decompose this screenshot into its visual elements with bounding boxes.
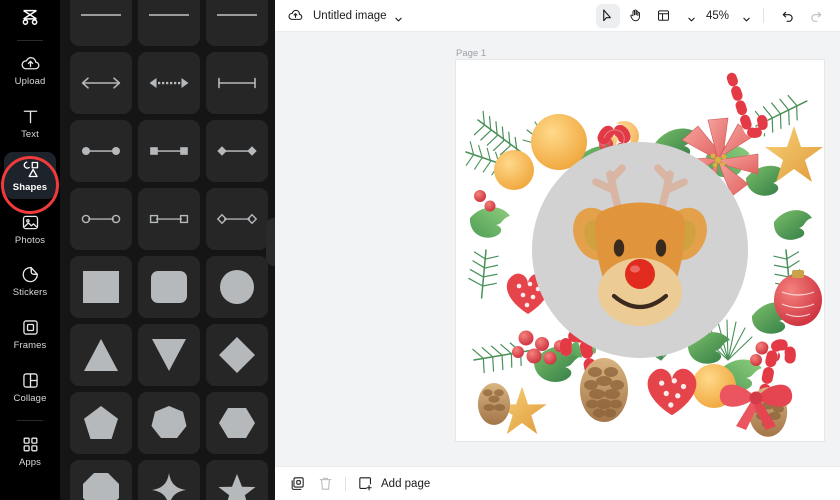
toolbar-tools: 45% bbox=[595, 3, 828, 28]
bottom-toolbar: Add page bbox=[275, 466, 840, 500]
page-label: Page 1 bbox=[456, 48, 487, 59]
collage-icon bbox=[20, 370, 41, 391]
canvas-page[interactable] bbox=[456, 60, 824, 441]
sidebar-item-label: Upload bbox=[14, 76, 46, 88]
sidebar-item-label: Shapes bbox=[12, 181, 48, 193]
shape-tile-pentagon[interactable] bbox=[70, 392, 132, 454]
shape-tile-line-barbell-ticks[interactable] bbox=[206, 52, 268, 114]
left-sidebar: Upload Text Shapes Photos Stickers Frame… bbox=[0, 0, 60, 500]
shape-tile-octagon[interactable] bbox=[70, 460, 132, 500]
shape-tile-line-plain[interactable] bbox=[138, 0, 200, 46]
sticker-icon bbox=[20, 264, 41, 285]
shape-tile-four-point-star[interactable] bbox=[138, 460, 200, 500]
shape-tile-triangle-down[interactable] bbox=[138, 324, 200, 386]
shape-tile-line-plain[interactable] bbox=[206, 0, 268, 46]
redo-button[interactable] bbox=[804, 4, 828, 28]
christmas-reindeer-artwork bbox=[456, 60, 824, 441]
add-page-plus-icon bbox=[357, 475, 374, 492]
sidebar-item-frames[interactable]: Frames bbox=[4, 311, 56, 358]
shape-tile-circle[interactable] bbox=[206, 256, 268, 318]
sidebar-item-label: Photos bbox=[14, 234, 46, 246]
shape-tile-square[interactable] bbox=[70, 256, 132, 318]
shape-tile-arrow-dotted-double[interactable] bbox=[138, 52, 200, 114]
duplicate-page-icon[interactable] bbox=[289, 475, 306, 492]
cloud-saved-icon bbox=[287, 7, 304, 24]
sidebar-item-label: Frames bbox=[13, 340, 47, 352]
layout-tool[interactable] bbox=[652, 4, 676, 28]
shape-tile-line-filled-square-ends[interactable] bbox=[138, 120, 200, 182]
shape-tile-triangle-up[interactable] bbox=[70, 324, 132, 386]
shape-tile-heptagon[interactable] bbox=[138, 392, 200, 454]
sidebar-item-upload[interactable]: Upload bbox=[4, 47, 56, 94]
shapes-panel bbox=[60, 0, 275, 500]
undo-button[interactable] bbox=[776, 4, 800, 28]
sidebar-item-label: Stickers bbox=[12, 287, 48, 299]
shape-tile-line-hollow-square-ends[interactable] bbox=[138, 188, 200, 250]
shape-tile-line-hollow-diamond-ends[interactable] bbox=[206, 188, 268, 250]
select-tool[interactable] bbox=[595, 3, 620, 28]
chevron-down-icon[interactable] bbox=[742, 11, 751, 22]
sidebar-item-label: Text bbox=[21, 128, 39, 140]
shape-tile-arrow-double-headed[interactable] bbox=[70, 52, 132, 114]
sidebar-divider-top bbox=[17, 39, 43, 41]
sidebar-item-shapes[interactable]: Shapes bbox=[4, 152, 56, 199]
shapes-icon bbox=[20, 159, 41, 180]
shape-tile-line-filled-diamond-ends[interactable] bbox=[206, 120, 268, 182]
shape-tile-rounded-square[interactable] bbox=[138, 256, 200, 318]
shape-tile-diamond[interactable] bbox=[206, 324, 268, 386]
chevron-down-icon[interactable] bbox=[687, 11, 696, 22]
apps-grid-icon bbox=[20, 434, 41, 455]
toolbar-divider bbox=[763, 8, 764, 23]
shape-tile-five-point-star[interactable] bbox=[206, 460, 268, 500]
add-page-label: Add page bbox=[381, 477, 431, 490]
photo-icon bbox=[20, 212, 41, 233]
sidebar-item-collage[interactable]: Collage bbox=[4, 363, 56, 410]
hand-tool[interactable] bbox=[624, 4, 648, 28]
shape-tile-line-filled-circle-ends[interactable] bbox=[70, 120, 132, 182]
sidebar-divider-bottom bbox=[17, 420, 43, 422]
add-page-button[interactable]: Add page bbox=[357, 475, 430, 492]
frame-icon bbox=[20, 317, 41, 338]
capcut-logo-icon[interactable] bbox=[0, 0, 60, 36]
chevron-down-icon[interactable] bbox=[394, 11, 403, 22]
shapes-grid bbox=[70, 0, 270, 500]
editor-main: Untitled image 45% Page 1 Add page bbox=[275, 0, 840, 500]
zoom-level-value[interactable]: 45% bbox=[706, 10, 729, 22]
top-toolbar: Untitled image 45% bbox=[275, 0, 840, 32]
shape-tile-hexagon[interactable] bbox=[206, 392, 268, 454]
sidebar-item-stickers[interactable]: Stickers bbox=[4, 258, 56, 305]
sidebar-item-apps[interactable]: Apps bbox=[4, 427, 56, 474]
text-t-icon bbox=[20, 106, 41, 127]
sidebar-item-text[interactable]: Text bbox=[4, 99, 56, 146]
panel-collapse-handle[interactable] bbox=[266, 218, 275, 266]
canvas-area[interactable]: Page 1 bbox=[275, 32, 840, 466]
sidebar-item-photos[interactable]: Photos bbox=[4, 205, 56, 252]
trash-icon bbox=[317, 475, 334, 492]
sidebar-item-label: Collage bbox=[13, 393, 47, 405]
sidebar-item-label: Apps bbox=[18, 456, 42, 468]
cloud-upload-icon bbox=[20, 53, 41, 74]
capcut-editor-window: Upload Text Shapes Photos Stickers Frame… bbox=[0, 0, 840, 500]
shape-tile-line-hollow-circle-ends[interactable] bbox=[70, 188, 132, 250]
bottom-divider bbox=[345, 476, 346, 491]
shape-tile-line-plain[interactable] bbox=[70, 0, 132, 46]
document-title[interactable]: Untitled image bbox=[313, 10, 387, 22]
